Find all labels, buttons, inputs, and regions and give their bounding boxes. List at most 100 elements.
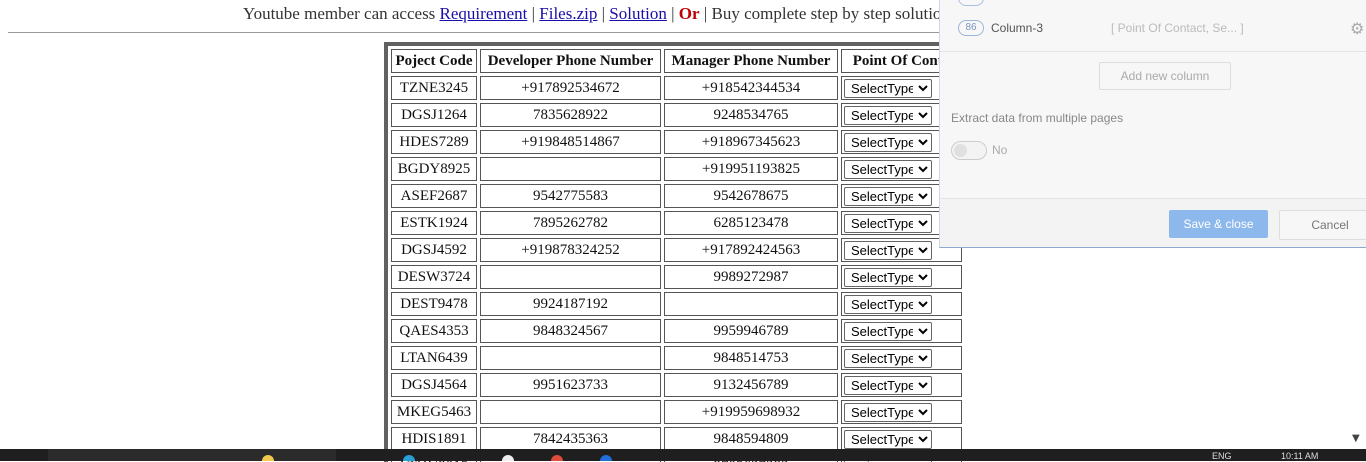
chrome-icon[interactable]	[551, 455, 563, 461]
requirement-link[interactable]: Requirement	[440, 4, 528, 23]
project-code-cell: DGSJ1264	[391, 103, 477, 127]
language-indicator[interactable]: ENG	[1212, 451, 1232, 461]
toggle-state-label: No	[992, 143, 1007, 157]
select-type-dropdown[interactable]: SelectType	[844, 214, 932, 233]
gear-icon[interactable]: ⚙	[1350, 19, 1364, 39]
header-developer-phone: Developer Phone Number	[480, 49, 661, 73]
select-type-dropdown[interactable]: SelectType	[844, 79, 932, 98]
point-of-contact-cell: SelectType	[841, 346, 962, 370]
column-2-badge	[958, 0, 984, 6]
select-type-dropdown[interactable]: SelectType	[844, 322, 932, 341]
manager-phone-cell: +918542344534	[664, 76, 838, 100]
files-zip-link[interactable]: Files.zip	[539, 4, 597, 23]
notice-prefix: Youtube member can access	[243, 4, 435, 23]
developer-phone-cell	[480, 265, 661, 289]
multi-page-toggle[interactable]	[951, 141, 987, 160]
table-row: LTAN64399848514753SelectType	[391, 346, 962, 370]
select-type-dropdown[interactable]: SelectType	[844, 241, 932, 260]
project-code-cell: TZNE3245	[391, 76, 477, 100]
contacts-table: Poject Code Developer Phone Number Manag…	[388, 46, 965, 462]
select-type-dropdown[interactable]: SelectType	[844, 133, 932, 152]
manager-phone-cell: +918967345623	[664, 130, 838, 154]
table-row: BGDY8925+919951193825SelectType	[391, 157, 962, 181]
separator: |	[532, 4, 535, 23]
developer-phone-cell	[480, 400, 661, 424]
manager-phone-cell: 9848514753	[664, 346, 838, 370]
column-3-row[interactable]: 86 Column-3 [ Point Of Contact, Se... ] …	[958, 19, 1358, 37]
app-icon[interactable]	[502, 455, 514, 461]
developer-phone-cell: 7842435363	[480, 427, 661, 451]
table-header-row: Poject Code Developer Phone Number Manag…	[391, 49, 962, 73]
manager-phone-cell: +919959698932	[664, 400, 838, 424]
header-manager-phone: Manager Phone Number	[664, 49, 838, 73]
manager-phone-cell: 9248534765	[664, 103, 838, 127]
select-type-dropdown[interactable]: SelectType	[844, 349, 932, 368]
manager-phone-cell: 6285123478	[664, 211, 838, 235]
project-code-cell: DESW3724	[391, 265, 477, 289]
save-close-button[interactable]: Save & close	[1169, 210, 1268, 238]
manager-phone-cell: 9848594809	[664, 427, 838, 451]
point-of-contact-cell: SelectType	[841, 400, 962, 424]
notice-suffix: Buy complete step by step solutio	[711, 4, 941, 23]
cancel-button[interactable]: Cancel	[1279, 210, 1366, 240]
clock[interactable]: 10:11 AM	[1281, 451, 1318, 461]
select-type-dropdown[interactable]: SelectType	[844, 430, 932, 449]
point-of-contact-cell: SelectType	[841, 319, 962, 343]
select-type-dropdown[interactable]: SelectType	[844, 268, 932, 287]
scroll-down-arrow-icon[interactable]: ▼	[1352, 433, 1360, 444]
developer-phone-cell: 9951623733	[480, 373, 661, 397]
folder-icon[interactable]	[262, 455, 274, 461]
select-type-dropdown[interactable]: SelectType	[844, 187, 932, 206]
header-project-code: Poject Code	[391, 49, 477, 73]
select-type-dropdown[interactable]: SelectType	[844, 295, 932, 314]
word-icon[interactable]	[600, 455, 612, 461]
column-3-selector: [ Point Of Contact, Se... ]	[1111, 21, 1244, 35]
or-label: Or	[679, 4, 700, 23]
project-code-cell: DEST9478	[391, 292, 477, 316]
table-row: HDIS189178424353639848594809 SelectType	[391, 427, 962, 451]
project-code-cell: ESTK1924	[391, 211, 477, 235]
add-new-column-button[interactable]: Add new column	[1099, 62, 1231, 90]
table-row: HDES7289+919848514867+918967345623Select…	[391, 130, 962, 154]
developer-phone-cell: 7895262782	[480, 211, 661, 235]
developer-phone-cell: +919848514867	[480, 130, 661, 154]
point-of-contact-cell: SelectType	[841, 292, 962, 316]
developer-phone-cell: +919878324252	[480, 238, 661, 262]
scraper-config-panel: 86 Column-3 [ Point Of Contact, Se... ] …	[939, 0, 1366, 248]
project-code-cell: MKEG5463	[391, 400, 477, 424]
developer-phone-cell: +917892534672	[480, 76, 661, 100]
select-type-dropdown[interactable]: SelectType	[844, 160, 932, 179]
manager-phone-cell: 9989272987	[664, 265, 838, 289]
project-code-cell: BGDY8925	[391, 157, 477, 181]
point-of-contact-cell: SelectType	[841, 373, 962, 397]
select-type-dropdown[interactable]: SelectType	[844, 403, 932, 422]
notice-text: Youtube member can access Requirement | …	[243, 4, 941, 24]
separator: |	[671, 4, 674, 23]
table-row: DESW3724 9989272987 SelectType	[391, 265, 962, 289]
developer-phone-cell: 9924187192	[480, 292, 661, 316]
table-row: TZNE3245+917892534672+918542344534 Select…	[391, 76, 962, 100]
manager-phone-cell: +917892424563	[664, 238, 838, 262]
windows-taskbar: ENG 10:11 AM	[0, 449, 1366, 461]
table-row: ASEF268795427755839542678675SelectType	[391, 184, 962, 208]
table-row: ESTK192478952627826285123478 SelectType	[391, 211, 962, 235]
edge-icon[interactable]	[403, 455, 415, 461]
select-type-dropdown[interactable]: SelectType	[844, 376, 932, 395]
project-code-cell: DGSJ4592	[391, 238, 477, 262]
project-code-cell: HDIS1891	[391, 427, 477, 451]
column-3-badge: 86	[958, 20, 984, 36]
table-row: QAES435398483245679959946789SelectType	[391, 319, 962, 343]
separator: |	[704, 4, 707, 23]
manager-phone-cell	[664, 292, 838, 316]
developer-phone-cell: 9848324567	[480, 319, 661, 343]
select-type-dropdown[interactable]: SelectType	[844, 106, 932, 125]
taskbar-search-area[interactable]	[48, 449, 336, 461]
table-row: DGSJ126478356289229248534765SelectType	[391, 103, 962, 127]
project-code-cell: ASEF2687	[391, 184, 477, 208]
developer-phone-cell: 9542775583	[480, 184, 661, 208]
extract-multiple-pages-label: Extract data from multiple pages	[951, 111, 1123, 125]
solution-link[interactable]: Solution	[609, 4, 667, 23]
horizontal-rule	[8, 32, 1008, 33]
table-row: DGSJ456499516237339132456789SelectType	[391, 373, 962, 397]
point-of-contact-cell: SelectType	[841, 427, 962, 451]
